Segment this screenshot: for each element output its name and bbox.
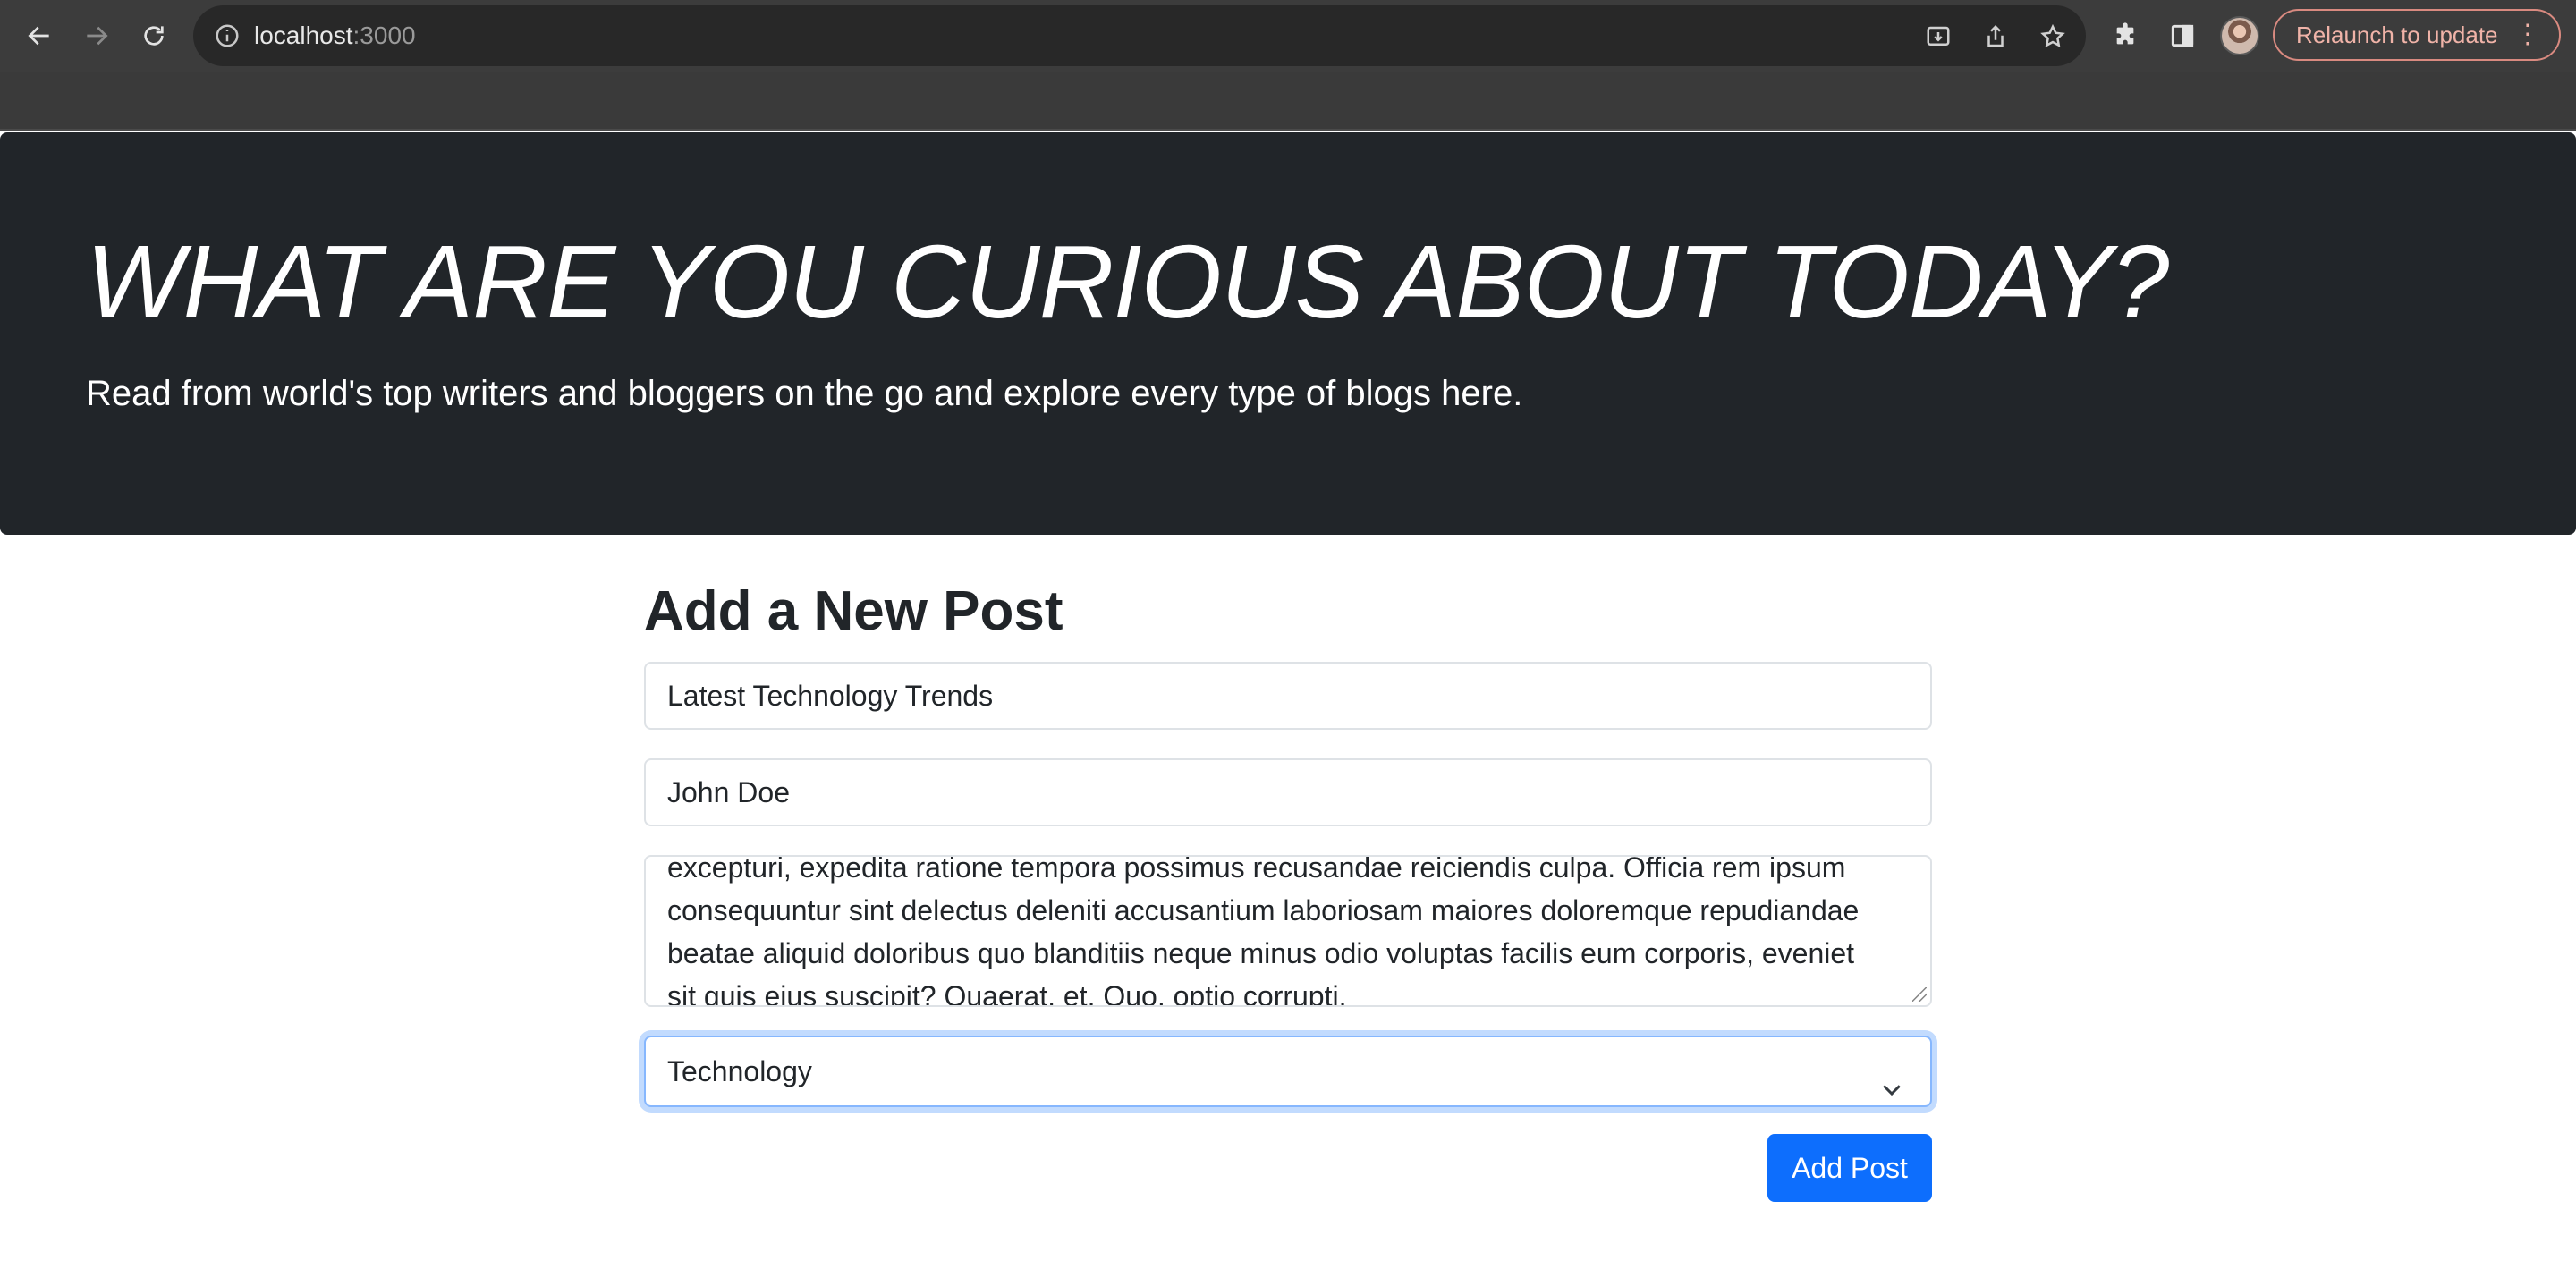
relaunch-to-update-button[interactable]: Relaunch to update ⋮	[2273, 9, 2561, 61]
post-content-textarea[interactable]: excepturi, expedita ratione tempora poss…	[644, 855, 1932, 1007]
more-menu-icon[interactable]: ⋮	[2514, 11, 2541, 59]
content-line: excepturi, expedita ratione tempora poss…	[667, 855, 1846, 884]
site-info-icon[interactable]	[213, 21, 242, 50]
form-heading: Add a New Post	[644, 580, 1063, 642]
post-content-text: excepturi, expedita ratione tempora poss…	[667, 855, 1902, 1007]
install-icon[interactable]	[1923, 21, 1953, 52]
hero-banner: WHAT ARE YOU CURIOUS ABOUT TODAY? Read f…	[0, 132, 2576, 535]
browser-toolbar: localhost:3000 Relaunch to update ⋮	[0, 0, 2576, 72]
resize-handle-icon[interactable]	[1912, 987, 1927, 1002]
address-bar[interactable]: localhost:3000	[193, 5, 2086, 66]
reload-icon[interactable]	[134, 16, 174, 55]
side-panel-icon[interactable]	[2165, 18, 2200, 54]
add-post-button[interactable]: Add Post	[1767, 1134, 1932, 1202]
hero-title: WHAT ARE YOU CURIOUS ABOUT TODAY?	[86, 224, 2169, 340]
extensions-icon[interactable]	[2107, 18, 2143, 54]
url-text[interactable]: localhost:3000	[254, 5, 416, 66]
category-selected-value: Technology	[667, 1055, 812, 1087]
content-line: beatae aliquid doloribus quo blanditiis …	[667, 937, 1855, 969]
profile-avatar[interactable]	[2220, 16, 2259, 55]
post-title-input[interactable]: Latest Technology Trends	[644, 662, 1932, 730]
content-line: consequuntur sint delectus deleniti accu…	[667, 894, 1860, 926]
url-host: localhost	[254, 21, 353, 49]
post-author-input[interactable]: John Doe	[644, 758, 1932, 826]
relaunch-label: Relaunch to update	[2296, 21, 2498, 48]
back-icon[interactable]	[20, 16, 59, 55]
url-port: :3000	[352, 21, 416, 49]
category-select[interactable]: Technology	[644, 1036, 1932, 1107]
bookmark-star-icon[interactable]	[2038, 21, 2068, 52]
content-line: sit quis eius suscipit? Quaerat, et. Quo…	[667, 980, 1347, 1007]
chevron-down-icon	[1878, 1059, 1905, 1096]
hero-subtitle: Read from world's top writers and blogge…	[86, 374, 1523, 413]
browser-tabstrip	[0, 72, 2576, 131]
share-icon[interactable]	[1980, 21, 2011, 52]
forward-icon[interactable]	[77, 16, 116, 55]
